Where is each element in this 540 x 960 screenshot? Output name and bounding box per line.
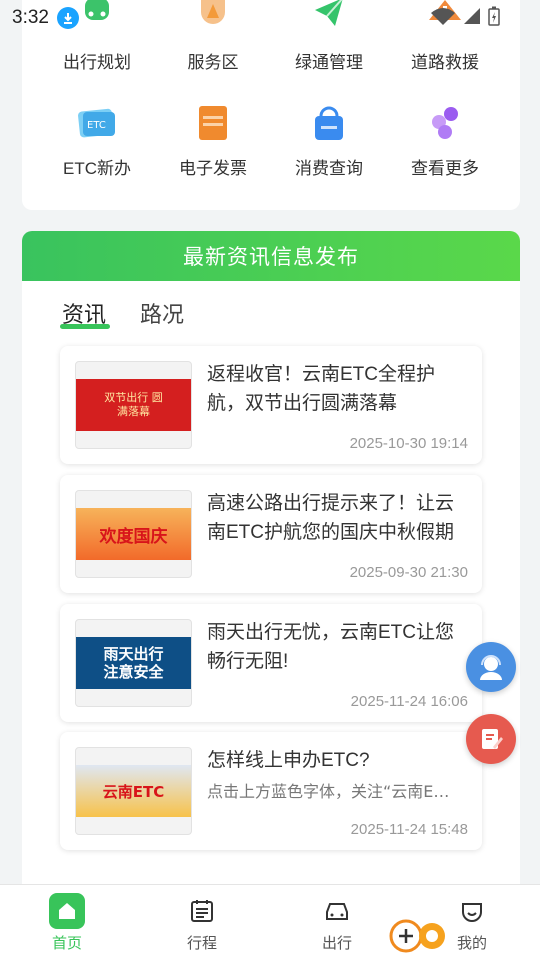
news-item[interactable]: 欢度国庆 高速公路出行提示来了！让云南ETC护航您的国庆中秋假期 2025-09…: [60, 475, 482, 593]
thumbnail-text: 云南ETC: [102, 782, 165, 801]
download-icon: [56, 7, 79, 29]
site-watermark-logo: [389, 919, 445, 953]
news-date: 2025-10-30 19:14: [349, 435, 468, 452]
svg-text:ETC: ETC: [87, 120, 106, 131]
news-item[interactable]: 双节出行 圆满落幕 返程收官！云南ETC全程护航，双节出行圆满落幕 2025-1…: [60, 346, 482, 464]
thumbnail-text: 雨天出行 注意安全: [103, 645, 164, 681]
news-thumbnail: 云南ETC: [75, 747, 192, 835]
home-icon: [49, 893, 85, 929]
customer-service-button[interactable]: [466, 642, 516, 692]
nav-trip[interactable]: 行程: [162, 893, 242, 953]
news-title: 雨天出行无忧，云南ETC让您畅行无阻!: [207, 622, 455, 672]
thumbnail-text: 欢度国庆: [99, 526, 168, 547]
news-thumbnail: 双节出行 圆满落幕: [75, 361, 192, 449]
news-thumbnail: 欢度国庆: [75, 490, 192, 578]
news-date: 2025-11-24 16:06: [350, 693, 468, 710]
nav-home[interactable]: 首页: [27, 893, 107, 953]
more-apps-icon: [432, 107, 458, 139]
etc-card-icon: ETC: [78, 108, 115, 138]
active-tab-indicator: [60, 324, 110, 329]
news-title: 返程收官！云南ETC全程护航，双节出行圆满落幕: [207, 364, 436, 414]
news-banner: 最新资讯信息发布: [22, 231, 520, 281]
status-time: 3:32: [12, 7, 49, 28]
news-item[interactable]: 雨天出行 注意安全 雨天出行无忧，云南ETC让您畅行无阻! 2025-11-24…: [60, 604, 482, 722]
news-thumbnail: 雨天出行 注意安全: [75, 619, 192, 707]
service-etc-apply[interactable]: ETC ETC新办: [39, 102, 155, 179]
news-date: 2025-11-24 15:48: [350, 821, 468, 838]
news-title: 怎样线上申办ETC?: [207, 750, 370, 771]
trip-calendar-icon: [184, 893, 220, 929]
service-e-invoice[interactable]: 电子发票: [155, 102, 271, 179]
edit-note-icon: [482, 729, 503, 749]
battery-icon: [488, 6, 500, 26]
news-title: 高速公路出行提示来了！让云南ETC护航您的国庆中秋假期: [207, 493, 455, 543]
customer-service-icon: [480, 655, 502, 680]
car-icon: [319, 893, 355, 929]
consumption-query-icon: [315, 106, 343, 140]
thumbnail-text: 双节出行 圆满落幕: [104, 391, 163, 418]
feedback-button[interactable]: [466, 714, 516, 764]
service-more[interactable]: 查看更多: [387, 102, 503, 179]
wifi-icon: [431, 8, 455, 25]
status-bar: 3:32: [0, 0, 540, 36]
nav-travel[interactable]: 出行: [297, 893, 377, 953]
status-icons: [430, 6, 500, 26]
service-consumption-query[interactable]: 消费查询: [271, 102, 387, 179]
tab-road-conditions[interactable]: 路况: [140, 297, 184, 329]
news-date: 2025-09-30 21:30: [349, 564, 468, 581]
news-item[interactable]: 云南ETC 怎样线上申办ETC? 点击上方蓝色字体，关注“云南ETC” 2025…: [60, 732, 482, 850]
news-subtitle: 点击上方蓝色字体，关注“云南ETC”: [207, 782, 457, 801]
signal-icon: [464, 8, 480, 24]
news-tabs: 资讯 路况: [22, 281, 520, 341]
invoice-icon: [199, 106, 227, 140]
